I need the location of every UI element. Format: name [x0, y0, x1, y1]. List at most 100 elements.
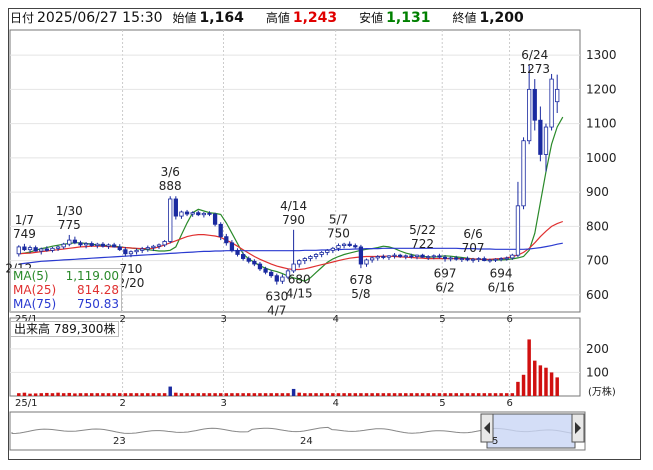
- volume-bar: [230, 393, 234, 396]
- annotation-high-value: 775: [58, 218, 81, 232]
- volume-bar: [437, 393, 442, 396]
- candle-body: [106, 244, 111, 247]
- candle-body: [431, 255, 436, 258]
- ma-legend: MA(5) 1,119.00 MA(25) 814.28 MA(75) 750.…: [10, 268, 122, 312]
- candle-body: [168, 198, 173, 242]
- volume-bar: [404, 393, 408, 396]
- candle-body: [375, 256, 380, 259]
- candle-body: [269, 271, 274, 277]
- volume-bar: [123, 393, 128, 396]
- volume-y-tick-label: 200: [586, 342, 609, 356]
- candle-body: [409, 255, 414, 258]
- candle-body: [381, 256, 386, 258]
- volume-bar: [375, 393, 380, 396]
- candle-body: [493, 258, 498, 261]
- volume-bar: [134, 393, 139, 396]
- volume-bar: [258, 393, 262, 396]
- volume-bar: [179, 393, 184, 396]
- volume-bar: [314, 393, 318, 396]
- navigator-window: [486, 413, 576, 449]
- ma75-legend-row: MA(75) 750.83: [13, 297, 119, 311]
- annotation-high-value: 707: [462, 241, 485, 255]
- ma5-legend-row: MA(5) 1,119.00: [13, 269, 119, 283]
- volume-bar: [168, 386, 172, 396]
- candle-body: [173, 198, 178, 217]
- candle-body: [162, 241, 167, 246]
- volume-bar: [56, 392, 60, 396]
- volume-bar: [387, 393, 391, 396]
- candle-body: [504, 257, 509, 260]
- candle-body: [470, 258, 476, 261]
- candle-body: [218, 223, 223, 238]
- volume-bar: [280, 393, 285, 396]
- candle-body: [369, 257, 375, 261]
- volume-bar: [454, 393, 458, 396]
- candle-body: [55, 246, 61, 249]
- price-x-tick-label: 2: [120, 314, 126, 325]
- volume-bar: [353, 393, 358, 396]
- ma75-value: 750.83: [77, 297, 119, 311]
- candle-body: [353, 245, 358, 248]
- volume-bar: [286, 393, 290, 396]
- candle-body: [100, 243, 106, 247]
- volume-bar: [370, 393, 374, 396]
- volume-bar: [95, 393, 100, 396]
- volume-bar: [28, 393, 32, 396]
- volume-bar: [381, 393, 386, 396]
- volume-bar: [269, 393, 273, 396]
- price-y-tick-label: 900: [586, 185, 609, 199]
- candle-body: [336, 245, 341, 249]
- candle-body: [44, 248, 49, 251]
- volume-bar: [39, 393, 43, 396]
- candle-body: [78, 242, 83, 246]
- candle-body: [229, 242, 235, 251]
- volume-bar: [118, 393, 122, 396]
- volume-x-tick-label: 3: [221, 398, 227, 409]
- candle-body: [291, 263, 296, 272]
- volume-bar: [533, 360, 537, 396]
- volume-bar: [78, 393, 83, 396]
- price-x-tick-label: 3: [221, 314, 227, 325]
- candle-body: [313, 254, 319, 257]
- candle-body: [538, 119, 543, 155]
- volume-x-tick-label: 2: [120, 398, 126, 409]
- volume-bar: [185, 393, 189, 396]
- candle-body: [459, 258, 464, 260]
- candle-body: [184, 211, 190, 215]
- candle-body: [437, 255, 442, 258]
- volume-bar: [297, 392, 301, 396]
- candle-body: [39, 248, 44, 252]
- volume-y-tick-label: 100: [586, 365, 609, 379]
- annotation-high-date: 3/6: [161, 165, 180, 179]
- candle-body: [392, 254, 397, 257]
- candle-body: [240, 254, 246, 259]
- candle-body: [207, 212, 212, 215]
- volume-bar: [527, 339, 531, 396]
- price-y-tick-label: 600: [586, 288, 609, 302]
- annotation-high-value: 722: [411, 237, 434, 251]
- annotation-low-date: 4/7: [267, 304, 286, 318]
- volume-bar: [398, 393, 402, 396]
- volume-bar: [190, 393, 195, 396]
- annotation-low-date: 4/15: [286, 286, 313, 300]
- ma5-label: MA(5): [13, 269, 49, 283]
- price-y-tick-label: 800: [586, 219, 609, 233]
- candle-body: [358, 246, 364, 265]
- annotation-high-date: 1/7: [15, 213, 34, 227]
- annotation-low-value: 697: [434, 267, 457, 281]
- volume-bar: [202, 393, 206, 396]
- volume-bar: [432, 393, 436, 396]
- candle-body: [549, 78, 554, 128]
- annotation-high-date: 6/6: [463, 227, 482, 241]
- volume-bar: [325, 393, 329, 396]
- candle-body: [156, 244, 162, 247]
- annotation-low-value: 680: [288, 272, 311, 286]
- candle-body: [442, 256, 448, 259]
- volume-bar: [493, 393, 498, 396]
- volume-bar: [476, 393, 481, 396]
- price-chart: 25/125/122334455666007008009001000110012…: [5, 29, 617, 451]
- candle-body: [128, 251, 134, 255]
- volume-bar: [17, 393, 21, 396]
- annotation-low-value: 678: [349, 273, 372, 287]
- volume-bar: [482, 393, 487, 396]
